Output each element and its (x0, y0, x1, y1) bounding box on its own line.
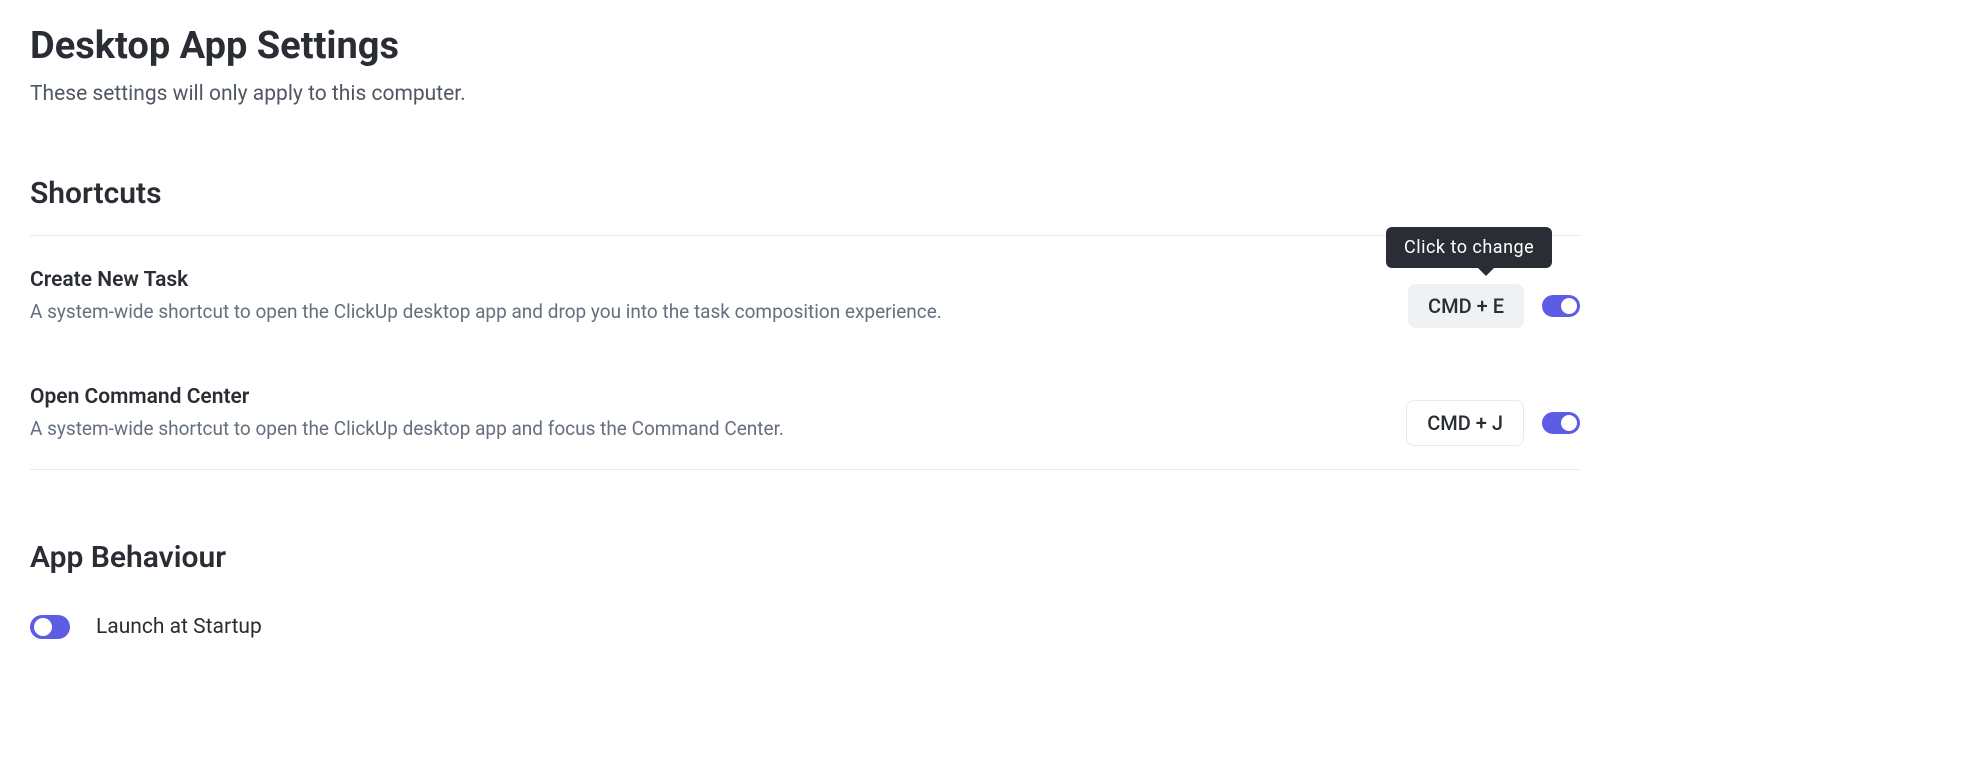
toggle-create-task[interactable] (1542, 295, 1580, 317)
tooltip-click-to-change: Click to change (1386, 227, 1552, 268)
shortcut-title: Create New Task (30, 268, 1408, 292)
divider (30, 469, 1580, 470)
behaviour-row-startup: Launch at Startup (30, 615, 1580, 639)
shortcut-description: A system-wide shortcut to open the Click… (30, 415, 1406, 444)
behaviour-section: App Behaviour Launch at Startup (30, 540, 1580, 639)
keybind-button[interactable]: CMD + J (1406, 400, 1524, 446)
page-subtitle: These settings will only apply to this c… (30, 82, 1580, 106)
shortcut-info: Open Command Center A system-wide shortc… (30, 385, 1406, 462)
shortcut-row-command-center: Open Command Center A system-wide shortc… (30, 353, 1580, 470)
shortcuts-heading: Shortcuts (30, 176, 1580, 211)
shortcut-info: Create New Task A system-wide shortcut t… (30, 268, 1408, 345)
shortcut-row-create-task: Create New Task A system-wide shortcut t… (30, 236, 1580, 353)
settings-container: Desktop App Settings These settings will… (30, 24, 1580, 639)
shortcut-title: Open Command Center (30, 385, 1406, 409)
behaviour-label: Launch at Startup (96, 615, 262, 639)
shortcut-controls: Click to change CMD + E (1408, 284, 1580, 328)
keybind-button[interactable]: CMD + E (1408, 284, 1524, 328)
shortcut-controls: CMD + J (1406, 400, 1580, 446)
page-title: Desktop App Settings (30, 24, 1580, 68)
toggle-launch-startup[interactable] (30, 615, 70, 639)
toggle-command-center[interactable] (1542, 412, 1580, 434)
shortcut-description: A system-wide shortcut to open the Click… (30, 298, 1408, 327)
behaviour-heading: App Behaviour (30, 540, 1580, 575)
